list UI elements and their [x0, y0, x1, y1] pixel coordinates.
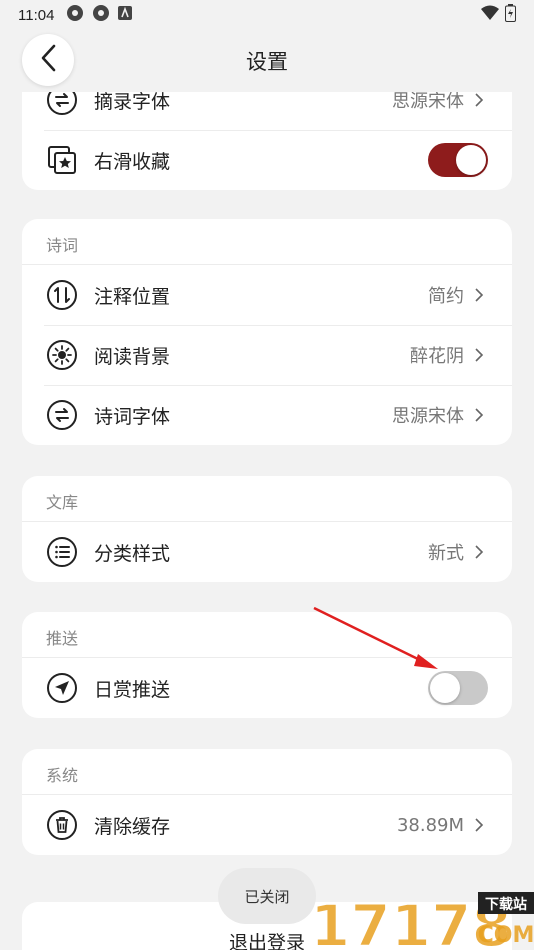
sort-icon	[46, 279, 78, 311]
trash-icon	[46, 809, 78, 841]
list-icon	[46, 536, 78, 568]
wifi-icon	[481, 5, 499, 25]
card-library: 文库 分类样式 新式	[22, 476, 512, 582]
chevron-right-icon	[474, 285, 488, 305]
row-label: 摘录字体	[94, 92, 171, 113]
row-value: 思源宋体	[392, 406, 464, 427]
chevron-right-icon	[474, 92, 488, 110]
row-label: 阅读背景	[94, 345, 171, 368]
chevron-right-icon	[474, 345, 488, 365]
battery-icon	[505, 4, 516, 26]
section-title-push: 推送	[22, 612, 512, 658]
status-time: 11:04	[18, 6, 55, 24]
row-value: 新式	[428, 543, 464, 564]
chevron-right-icon	[474, 542, 488, 562]
chevron-right-icon	[474, 815, 488, 835]
swap-icon	[46, 399, 78, 431]
card-poetry: 诗词 注释位置 简约 阅读背景 醉花阴 诗词字体 思源宋体	[22, 219, 512, 445]
row-poetry-font[interactable]: 诗词字体 思源宋体	[22, 385, 512, 445]
section-title-system: 系统	[22, 749, 512, 795]
row-daily-push[interactable]: 日赏推送	[22, 658, 512, 718]
card-system: 系统 清除缓存 38.89M	[22, 749, 512, 855]
toggle-knob	[456, 145, 486, 175]
row-category-style[interactable]: 分类样式 新式	[22, 522, 512, 582]
row-reading-background[interactable]: 阅读背景 醉花阴	[22, 325, 512, 385]
sync-icon-2	[92, 4, 110, 26]
swap-icon	[46, 92, 78, 116]
row-clear-cache[interactable]: 清除缓存 38.89M	[22, 795, 512, 855]
toast-message: 已关闭	[218, 868, 316, 924]
row-label: 清除缓存	[94, 815, 171, 838]
daily-push-toggle[interactable]	[428, 671, 488, 705]
row-label: 右滑收藏	[94, 150, 171, 173]
swipe-collect-toggle[interactable]	[428, 143, 488, 177]
row-value: 醉花阴	[410, 346, 464, 367]
row-value: 思源宋体	[392, 92, 464, 112]
settings-content[interactable]: 摘录字体 思源宋体 右滑收藏 诗词 注释位置 简约 阅读背景 醉花阴 诗词字体 …	[0, 92, 534, 950]
card-push: 推送 日赏推送	[22, 612, 512, 718]
watermark-sub: COM	[478, 923, 534, 948]
row-label: 诗词字体	[94, 405, 171, 428]
sync-icon	[66, 4, 84, 26]
row-swipe-collect[interactable]: 右滑收藏	[22, 130, 512, 190]
row-label: 日赏推送	[94, 678, 171, 701]
chevron-right-icon	[474, 405, 488, 425]
row-annotation-position[interactable]: 注释位置 简约	[22, 265, 512, 325]
status-right	[481, 4, 516, 26]
row-excerpt-font[interactable]: 摘录字体 思源宋体	[22, 92, 512, 130]
row-label: 注释位置	[94, 285, 171, 308]
status-bar: 11:04	[0, 0, 534, 30]
send-icon	[46, 672, 78, 704]
page-title: 设置	[246, 50, 288, 74]
app-a-icon	[118, 6, 133, 24]
row-label: 分类样式	[94, 542, 171, 565]
collect-star-icon	[46, 144, 78, 176]
watermark-logo: 17178 下载站 COM	[309, 884, 534, 950]
row-value: 38.89M	[396, 814, 464, 836]
row-value: 简约	[428, 286, 464, 307]
sun-icon	[46, 339, 78, 371]
logout-label: 退出登录	[228, 932, 305, 950]
header: 设置	[0, 30, 534, 92]
card-excerpt: 摘录字体 思源宋体 右滑收藏	[22, 92, 512, 190]
toggle-knob	[430, 673, 460, 703]
section-title-poetry: 诗词	[22, 219, 512, 265]
section-title-library: 文库	[22, 476, 512, 522]
watermark-badge: 下载站	[485, 896, 527, 913]
